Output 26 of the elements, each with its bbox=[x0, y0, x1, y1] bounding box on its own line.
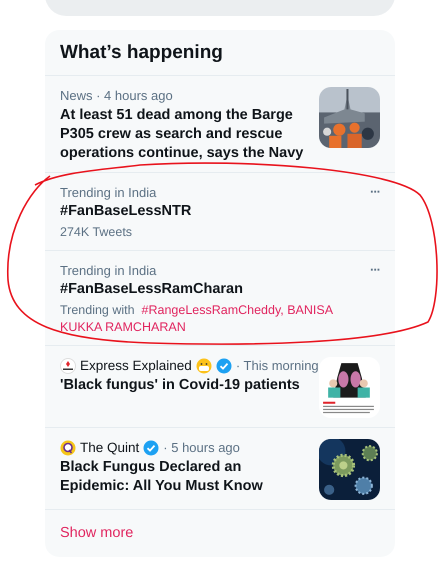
more-button[interactable]: ··· bbox=[370, 262, 380, 278]
trend-item[interactable]: Express Explained · This morning 'Black fungus' in Covid-19 patients bbox=[45, 346, 395, 428]
hashtag: #FanBaseLessNTR bbox=[60, 202, 192, 221]
source-name: Express Explained bbox=[80, 358, 192, 373]
panel-title: What’s happening bbox=[45, 30, 395, 76]
trending-with-text: Trending with #RangeLessRamCheddy, BANISA KUKKA RAMCHARAN bbox=[60, 302, 334, 336]
headline: Black Fungus Declared an Epidemic: All You Must Know bbox=[60, 458, 264, 496]
trend-item[interactable]: Trending in India #FanBaseLessRamCharan Trending with #RangeLessRamCheddy, BANISA KUKKA RAMCHARAN ··· bbox=[45, 251, 395, 346]
item-meta: News · 4 hours ago bbox=[60, 87, 174, 104]
hashtag: #FanBaseLessRamCharan bbox=[60, 280, 244, 299]
more-button[interactable]: ··· bbox=[370, 184, 380, 200]
show-more-link[interactable]: Show more bbox=[45, 510, 148, 557]
trend-context: Trending in India bbox=[60, 262, 158, 279]
logo-icon bbox=[60, 440, 76, 456]
mask-face-icon bbox=[196, 358, 212, 374]
post-time: · 5 hours ago bbox=[163, 439, 240, 456]
headline: 'Black fungus' in Covid-19 patients bbox=[60, 376, 301, 395]
post-time: · This morning bbox=[236, 357, 319, 374]
tweet-count: 274K Tweets bbox=[60, 224, 134, 241]
trend-item[interactable]: The Quint · 5 hours ago Black Fungus Declared an Epidemic: All You Must Know bbox=[45, 428, 395, 510]
source-name: The Quint bbox=[80, 440, 140, 455]
logo-icon bbox=[60, 358, 76, 374]
trend-item[interactable]: News · 4 hours ago At least 51 dead among the Barge P305 crew as search and rescue operations continue, says the Navy bbox=[45, 76, 395, 173]
trend-context: Trending in India bbox=[60, 184, 158, 201]
trend-item[interactable]: Trending in India #FanBaseLessNTR 274K Tweets ··· bbox=[45, 173, 395, 251]
headline: At least 51 dead among the Barge P305 crew as search and rescue operations continue, says the Navy bbox=[60, 106, 304, 163]
